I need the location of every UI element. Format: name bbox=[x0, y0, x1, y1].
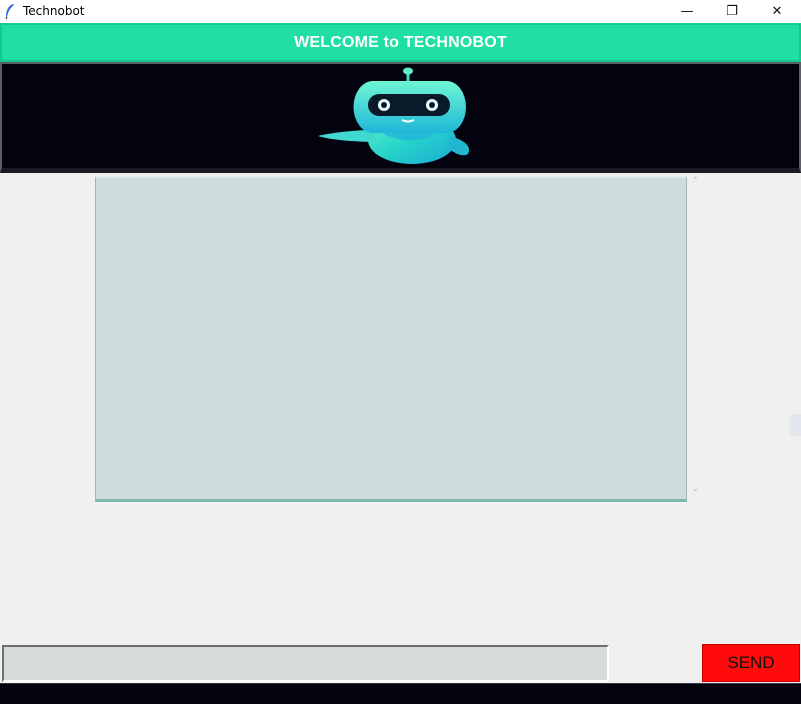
restore-icon: ❐ bbox=[726, 4, 738, 19]
welcome-banner: WELCOME to TECHNOBOT bbox=[0, 23, 801, 62]
technobot-window: Technobot — ❐ ✕ WELCOME to TECHNOBOT ˄ ˅… bbox=[0, 0, 801, 704]
banner-title: WELCOME to TECHNOBOT bbox=[294, 33, 507, 51]
scroll-down-icon[interactable]: ˅ bbox=[687, 488, 704, 500]
message-input[interactable] bbox=[2, 645, 609, 682]
minimize-button[interactable]: — bbox=[664, 0, 710, 23]
send-button[interactable]: SEND bbox=[702, 644, 800, 682]
chat-scrollbar[interactable]: ˄ ˅ bbox=[687, 176, 704, 502]
close-button[interactable]: ✕ bbox=[754, 0, 800, 23]
robot-mascot-icon bbox=[318, 67, 470, 164]
chat-transcript[interactable] bbox=[95, 176, 687, 502]
header-image-panel bbox=[0, 62, 801, 173]
bottom-image-strip bbox=[0, 683, 801, 704]
close-icon: ✕ bbox=[771, 4, 783, 19]
scroll-up-icon[interactable]: ˄ bbox=[687, 176, 704, 188]
resize-grip-icon[interactable]: ⋮ bbox=[797, 584, 801, 596]
maximize-button[interactable]: ❐ bbox=[709, 0, 755, 23]
title-bar: Technobot — ❐ ✕ bbox=[0, 0, 801, 23]
minimize-icon: — bbox=[680, 4, 694, 19]
side-panel-tab[interactable] bbox=[790, 414, 801, 436]
window-title: Technobot bbox=[23, 4, 85, 18]
feather-icon bbox=[5, 4, 14, 19]
